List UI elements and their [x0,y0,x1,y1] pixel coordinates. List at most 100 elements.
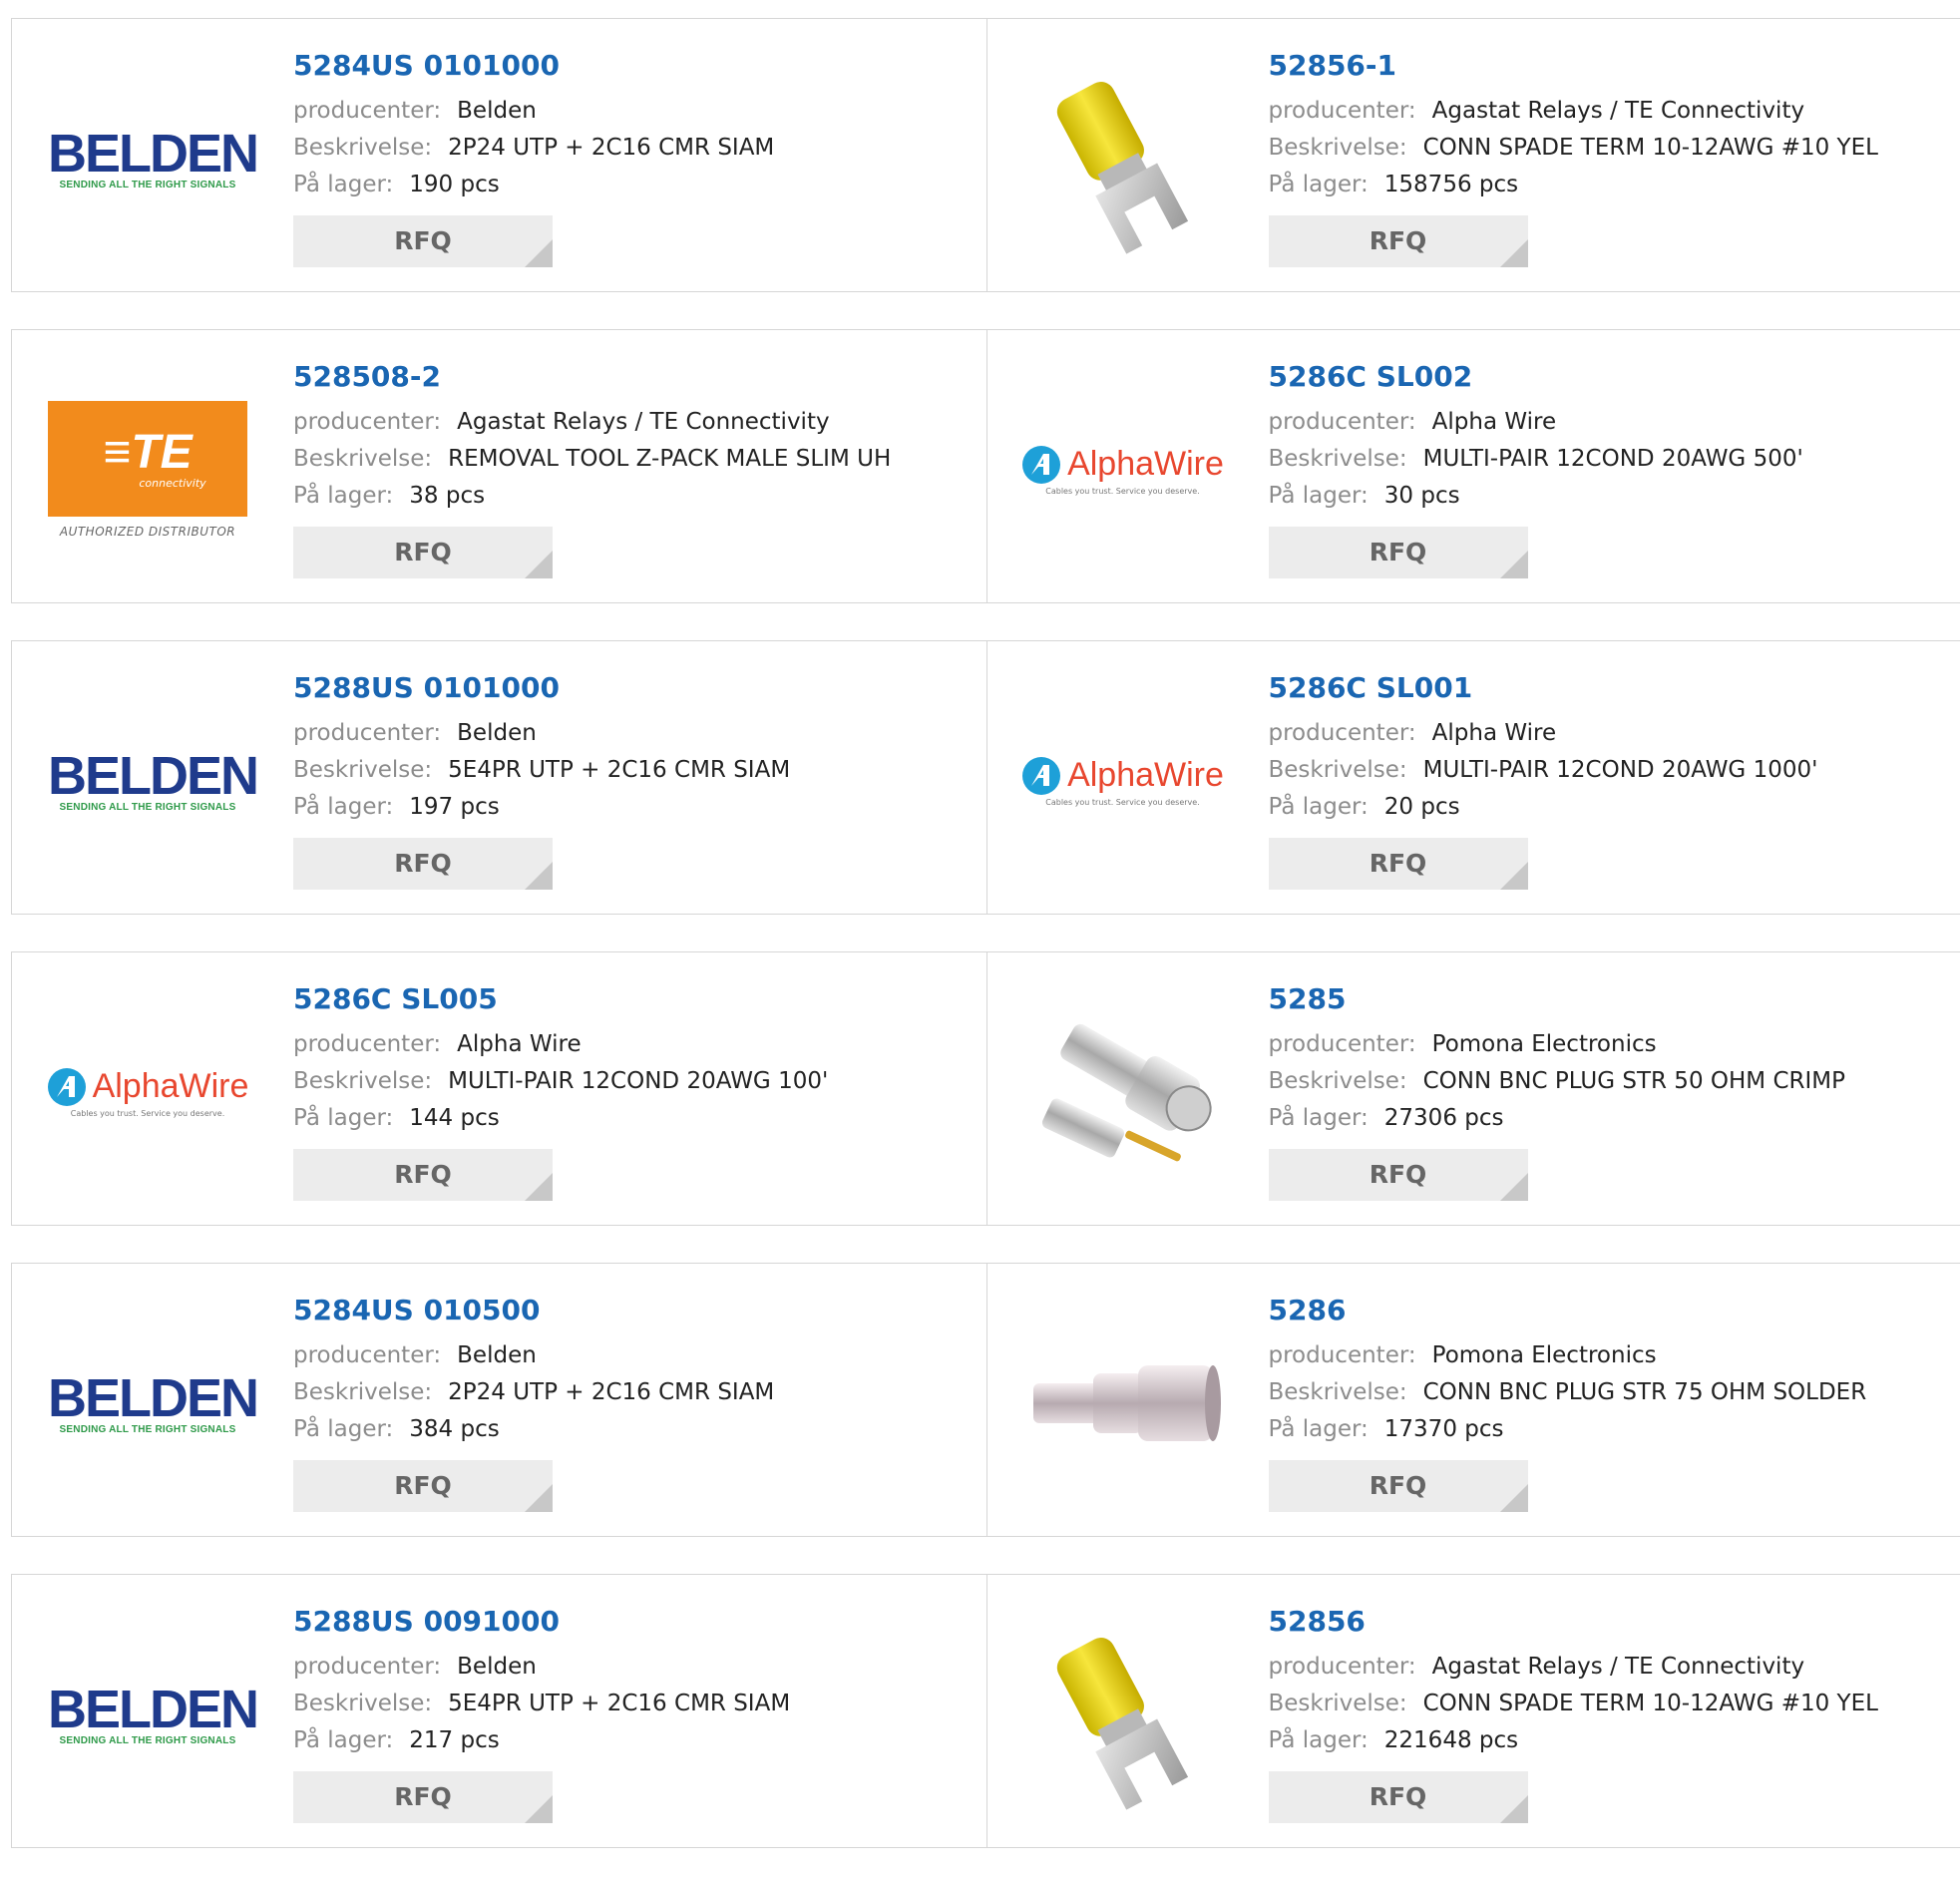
product-card: 5285 producenter:Pomona Electronics Besk… [986,952,1960,1225]
stock-label: På lager: [293,172,393,197]
stock-value: 158756 pcs [1384,172,1518,197]
stock-line: På lager:30 pcs [1269,478,1803,515]
product-image[interactable]: BELDEN SENDING ALL THE RIGHT SIGNALS [48,1304,247,1503]
belden-tagline: SENDING ALL THE RIGHT SIGNALS [48,1424,247,1435]
part-number-link[interactable]: 5286 [1269,1294,1867,1327]
belden-logo: BELDEN SENDING ALL THE RIGHT SIGNALS [48,128,247,190]
rfq-button[interactable]: RFQ [293,527,553,578]
description-value: MULTI-PAIR 12COND 20AWG 500' [1423,446,1803,472]
manufacturer-value: Alpha Wire [1432,720,1556,746]
product-image[interactable] [1023,59,1223,258]
manufacturer-value: Alpha Wire [1432,409,1556,435]
description-value: CONN SPADE TERM 10-12AWG #10 YEL [1423,1691,1878,1716]
part-number-link[interactable]: 5284US 0101000 [293,49,774,83]
product-image[interactable]: ≡TE connectivity AUTHORIZED DISTRIBUTOR [48,370,247,569]
product-image[interactable] [1023,992,1223,1192]
product-image[interactable]: AlphaWire Cables you trust. Service you … [1023,370,1223,569]
stock-line: På lager:158756 pcs [1269,167,1878,203]
part-number-link[interactable]: 5286C SL002 [1269,360,1803,394]
te-stripes-icon: ≡ [103,426,131,479]
manufacturer-label: producenter: [1269,1654,1416,1680]
stock-value: 20 pcs [1384,794,1460,820]
part-number-link[interactable]: 5284US 010500 [293,1294,774,1327]
product-image[interactable]: BELDEN SENDING ALL THE RIGHT SIGNALS [48,681,247,881]
alphawire-wordmark: AlphaWire [93,1067,249,1106]
description-line: Beskrivelse:CONN SPADE TERM 10-12AWG #10… [1269,130,1878,167]
product-card: BELDEN SENDING ALL THE RIGHT SIGNALS 528… [12,1264,986,1536]
product-info: 5286C SL002 producenter: Alpha Wire Beskr… [1269,360,1803,578]
part-number-link[interactable]: 528508-2 [293,360,891,394]
manufacturer-line: producenter:Agastat Relays / TE Connecti… [1269,1649,1878,1686]
rfq-button[interactable]: RFQ [293,838,553,890]
manufacturer-line: producenter: Belden [293,1649,790,1686]
manufacturer-line: producenter: Alpha Wire [1269,404,1803,441]
manufacturer-value: Belden [457,98,537,124]
description-value: 2P24 UTP + 2C16 CMR SIAM [448,1379,774,1405]
te-wordmark: ≡TE [103,429,192,477]
product-row: BELDEN SENDING ALL THE RIGHT SIGNALS 528… [11,640,1960,915]
manufacturer-label: producenter: [293,1654,441,1680]
rfq-button[interactable]: RFQ [1269,527,1528,578]
rfq-button[interactable]: RFQ [1269,1149,1528,1201]
product-image[interactable]: BELDEN SENDING ALL THE RIGHT SIGNALS [48,59,247,258]
stock-value: 17370 pcs [1384,1416,1504,1442]
part-number-link[interactable]: 5288US 0101000 [293,671,790,705]
description-line: Beskrivelse:CONN SPADE TERM 10-12AWG #10… [1269,1686,1878,1722]
product-card: 5286 producenter:Pomona Electronics Besk… [986,1264,1960,1536]
manufacturer-label: producenter: [1269,409,1416,435]
rfq-button[interactable]: RFQ [1269,838,1528,890]
description-value: 2P24 UTP + 2C16 CMR SIAM [448,135,774,161]
bnc-solder-photo [1023,1304,1223,1503]
product-image[interactable] [1023,1304,1223,1503]
product-card: ≡TE connectivity AUTHORIZED DISTRIBUTOR … [12,330,986,602]
stock-value: 217 pcs [409,1727,499,1753]
belden-tagline: SENDING ALL THE RIGHT SIGNALS [48,180,247,190]
product-card: 52856-1 producenter:Agastat Relays / TE … [986,19,1960,291]
manufacturer-value: Alpha Wire [457,1031,581,1057]
belden-wordmark: BELDEN [48,128,247,180]
alphawire-mark-icon [47,1067,87,1107]
rfq-button[interactable]: RFQ [293,215,553,267]
rfq-button[interactable]: RFQ [1269,215,1528,267]
manufacturer-value: Belden [457,1342,537,1368]
belden-tagline: SENDING ALL THE RIGHT SIGNALS [48,802,247,813]
rfq-button[interactable]: RFQ [293,1460,553,1512]
part-number-link[interactable]: 5285 [1269,982,1845,1016]
product-image[interactable] [1023,1615,1223,1814]
rfq-button[interactable]: RFQ [1269,1460,1528,1512]
part-number-link[interactable]: 5288US 0091000 [293,1605,790,1639]
rfq-button[interactable]: RFQ [293,1771,553,1823]
product-image[interactable]: AlphaWire Cables you trust. Service you … [48,992,247,1192]
belden-wordmark: BELDEN [48,750,247,802]
alphawire-mark-icon [1021,445,1061,485]
description-line: Beskrivelse:5E4PR UTP + 2C16 CMR SIAM [293,752,790,789]
manufacturer-value: Pomona Electronics [1432,1031,1657,1057]
stock-line: På lager:384 pcs [293,1411,774,1448]
description-label: Beskrivelse: [293,446,432,472]
product-image[interactable]: BELDEN SENDING ALL THE RIGHT SIGNALS [48,1615,247,1814]
part-number-link[interactable]: 52856 [1269,1605,1878,1639]
belden-wordmark: BELDEN [48,1372,247,1424]
manufacturer-value: Belden [457,1654,537,1680]
stock-label: På lager: [293,483,393,509]
stock-line: På lager:20 pcs [1269,789,1818,826]
stock-line: På lager:190 pcs [293,167,774,203]
stock-label: På lager: [293,1105,393,1131]
part-number-link[interactable]: 5286C SL005 [293,982,828,1016]
description-value: MULTI-PAIR 12COND 20AWG 100' [448,1068,828,1094]
product-info: 528508-2 producenter:Agastat Relays / TE… [293,360,891,578]
manufacturer-value: Agastat Relays / TE Connectivity [457,409,829,435]
rfq-button[interactable]: RFQ [293,1149,553,1201]
product-row: BELDEN SENDING ALL THE RIGHT SIGNALS 528… [11,1263,1960,1537]
product-card: 52856 producenter:Agastat Relays / TE Co… [986,1575,1960,1847]
product-image[interactable]: AlphaWire Cables you trust. Service you … [1023,681,1223,881]
rfq-button[interactable]: RFQ [1269,1771,1528,1823]
product-row: AlphaWire Cables you trust. Service you … [11,951,1960,1226]
description-label: Beskrivelse: [293,1379,432,1405]
description-line: Beskrivelse:MULTI-PAIR 12COND 20AWG 500' [1269,441,1803,478]
spade-terminal-photo [1023,59,1223,258]
part-number-link[interactable]: 5286C SL001 [1269,671,1818,705]
product-info: 5284US 010500 producenter:Belden Beskriv… [293,1294,774,1512]
stock-label: På lager: [1269,1727,1369,1753]
part-number-link[interactable]: 52856-1 [1269,49,1878,83]
